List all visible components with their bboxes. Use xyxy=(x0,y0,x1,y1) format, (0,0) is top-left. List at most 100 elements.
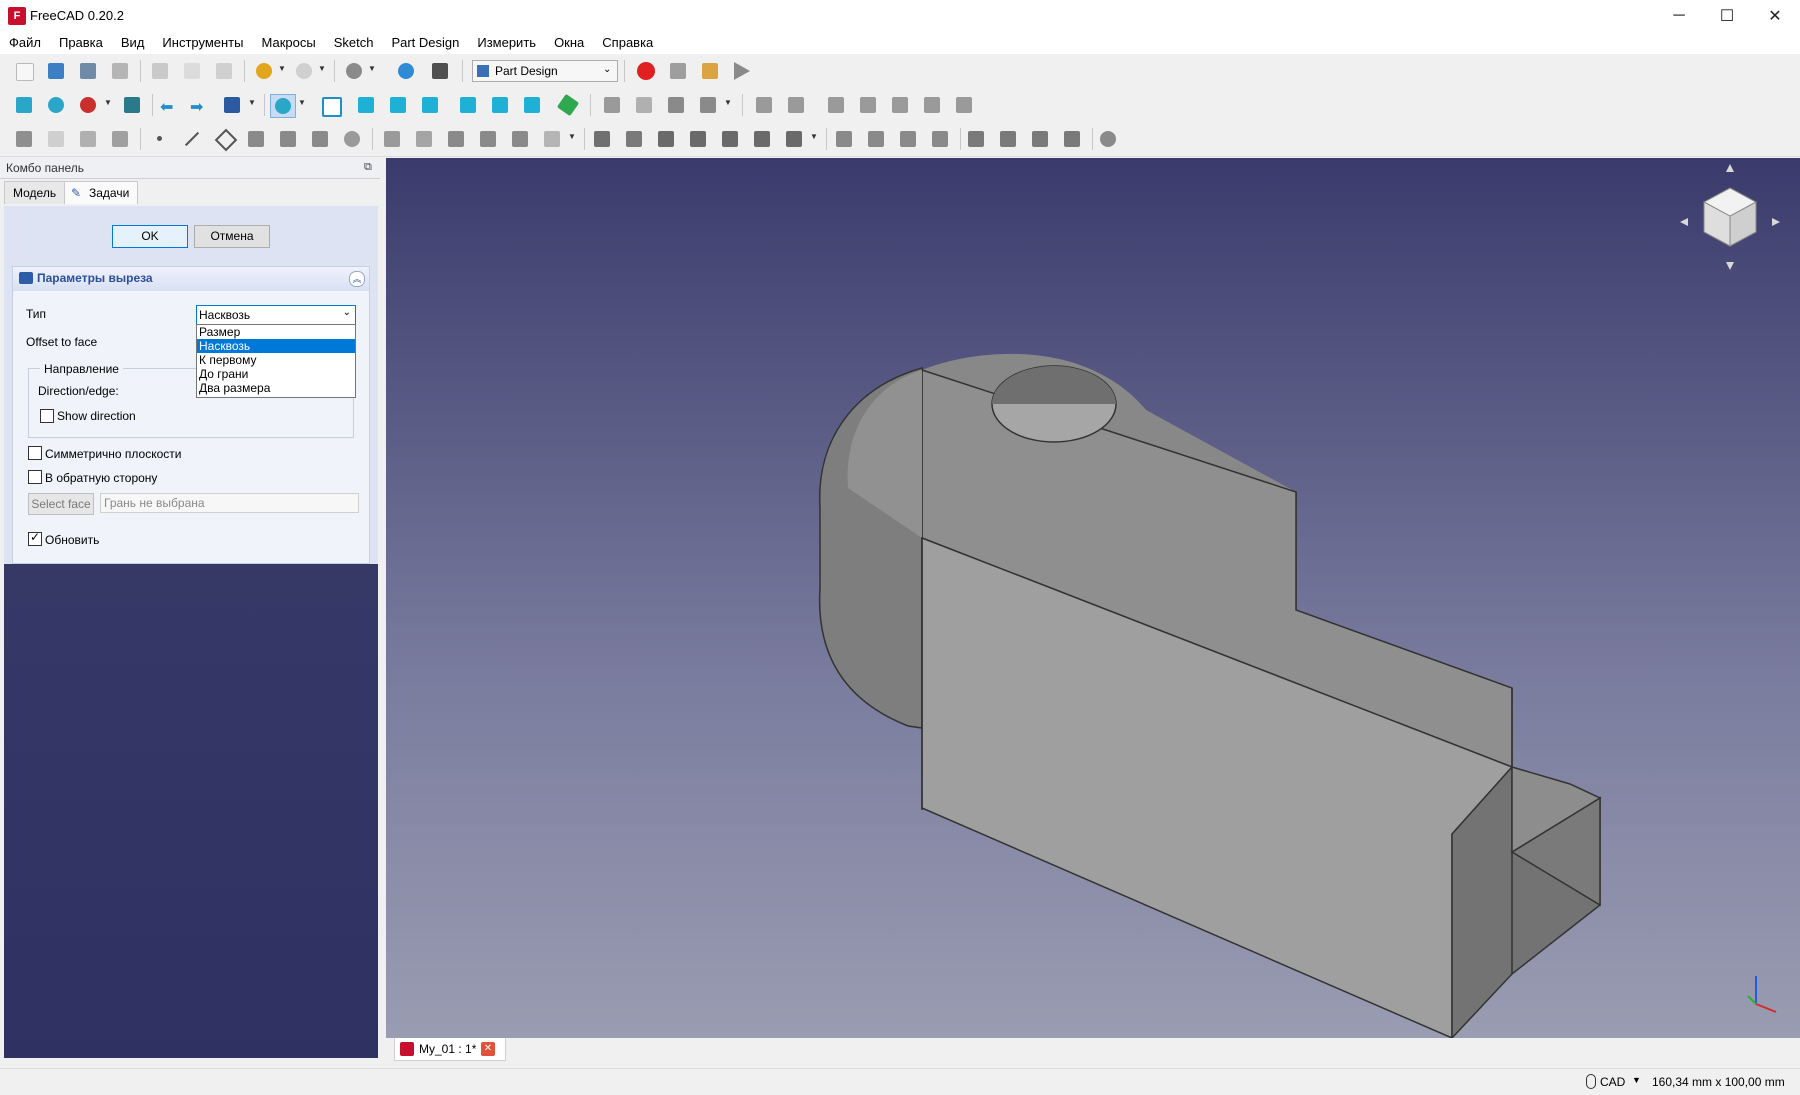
multi-transform-button[interactable] xyxy=(928,128,952,150)
cut-button[interactable] xyxy=(148,60,172,82)
additive-primitive-dropdown-icon[interactable]: ▼ xyxy=(568,132,576,141)
bottom-view-button[interactable] xyxy=(488,94,512,116)
left-view-button[interactable] xyxy=(520,94,544,116)
new-document-button[interactable] xyxy=(12,60,36,82)
float-panel-icon[interactable]: ⧉ xyxy=(364,161,372,174)
create-part-button[interactable] xyxy=(600,94,624,116)
shapebinder-button[interactable] xyxy=(784,94,808,116)
local-cs-button[interactable] xyxy=(244,128,268,150)
clone-button[interactable] xyxy=(824,94,848,116)
chamfer-button[interactable] xyxy=(996,128,1020,150)
workbench-selector[interactable]: Part Design ⌄ xyxy=(472,60,618,82)
sketch-attach-button[interactable] xyxy=(856,94,880,116)
type-option-up-to-face[interactable]: До грани xyxy=(197,367,355,381)
macro-edit-button[interactable] xyxy=(698,60,722,82)
type-option-two-dimensions[interactable]: Два размера xyxy=(197,381,355,395)
additive-revolve-button[interactable] xyxy=(412,128,436,150)
right-view-button[interactable] xyxy=(418,94,442,116)
close-button[interactable]: ✕ xyxy=(1752,0,1798,32)
sub-shape-binder-button[interactable] xyxy=(888,94,912,116)
print-button[interactable] xyxy=(108,60,132,82)
tab-tasks[interactable]: ✎ Задачи xyxy=(64,181,139,204)
create-group-button[interactable] xyxy=(632,94,656,116)
boolean-button[interactable] xyxy=(1096,128,1120,150)
collapse-icon[interactable]: ︽ xyxy=(349,271,365,287)
macro-record-button[interactable] xyxy=(634,60,658,82)
subtractive-pipe-button[interactable] xyxy=(718,128,742,150)
pocket-button[interactable] xyxy=(590,128,614,150)
subtractive-helix-button[interactable] xyxy=(750,128,774,150)
subtractive-primitive-dropdown-icon[interactable]: ▼ xyxy=(810,132,818,141)
isometric-view-button[interactable] xyxy=(318,94,342,117)
subtractive-loft-button[interactable] xyxy=(686,128,710,150)
type-select[interactable]: Насквозь ⌄ xyxy=(196,305,356,325)
show-direction-checkbox[interactable] xyxy=(40,409,54,423)
validate-sketch-button[interactable] xyxy=(920,94,944,116)
draft-button[interactable] xyxy=(1028,128,1052,150)
reversed-checkbox[interactable] xyxy=(28,470,42,484)
link-button[interactable] xyxy=(664,94,688,116)
new-sketch-button[interactable] xyxy=(44,128,68,150)
select-face-button[interactable]: Select face xyxy=(28,493,94,515)
additive-loft-button[interactable] xyxy=(444,128,468,150)
datum-plane-button[interactable] xyxy=(212,128,238,152)
std-views-button[interactable] xyxy=(220,94,244,116)
macro-run-button[interactable] xyxy=(730,60,754,82)
menu-help[interactable]: Справка xyxy=(593,32,662,54)
std-views-dropdown-icon[interactable]: ▼ xyxy=(248,98,256,107)
menu-windows[interactable]: Окна xyxy=(545,32,593,54)
menu-sketch[interactable]: Sketch xyxy=(325,32,383,54)
menu-macros[interactable]: Макросы xyxy=(252,32,324,54)
top-view-button[interactable] xyxy=(386,94,410,116)
3d-viewport[interactable] xyxy=(386,158,1800,1040)
navigation-style[interactable]: CAD xyxy=(1600,1075,1625,1089)
clone-body-button[interactable] xyxy=(340,128,364,150)
open-button[interactable] xyxy=(44,60,68,82)
maximize-button[interactable]: ☐ xyxy=(1704,0,1750,32)
menu-edit[interactable]: Правка xyxy=(50,32,112,54)
ok-button[interactable]: OK xyxy=(112,225,188,248)
revolution-button[interactable] xyxy=(308,128,332,150)
copy-button[interactable] xyxy=(180,60,204,82)
type-option-through-all[interactable]: Насквозь xyxy=(197,339,355,353)
refresh-check-button[interactable] xyxy=(342,60,366,82)
fillet-button[interactable] xyxy=(964,128,988,150)
datum-line-button[interactable] xyxy=(180,128,204,150)
undo-dropdown-icon[interactable]: ▼ xyxy=(278,64,286,73)
new-body-button[interactable] xyxy=(12,128,36,150)
menu-view[interactable]: Вид xyxy=(112,32,154,54)
draw-style-dropdown-icon[interactable]: ▼ xyxy=(104,98,112,107)
menu-measure[interactable]: Измерить xyxy=(468,32,545,54)
hole-button[interactable] xyxy=(622,128,646,150)
fit-all-button[interactable] xyxy=(12,94,36,116)
datum-point-button[interactable] xyxy=(148,128,172,150)
type-option-size[interactable]: Размер xyxy=(197,325,355,339)
subtractive-primitive-button[interactable] xyxy=(782,128,806,150)
additive-primitive-button[interactable] xyxy=(540,128,564,150)
view-section-button[interactable] xyxy=(952,94,976,116)
undo-button[interactable] xyxy=(252,60,276,82)
type-option-to-first[interactable]: К первому xyxy=(197,353,355,367)
macro-stop-button[interactable] xyxy=(666,60,690,82)
close-icon[interactable]: ✕ xyxy=(481,1042,495,1056)
refresh-checkbox[interactable] xyxy=(28,530,42,546)
measure-distance-button[interactable] xyxy=(556,93,580,117)
save-button[interactable] xyxy=(76,60,100,82)
nav-style-dropdown-icon[interactable]: ▼ xyxy=(1632,1075,1641,1085)
sub-binder-button[interactable] xyxy=(108,128,132,150)
body-button[interactable] xyxy=(752,94,776,116)
menu-file[interactable]: Файл xyxy=(0,32,50,54)
additive-pad-button[interactable] xyxy=(380,128,404,150)
additive-helix-button[interactable] xyxy=(508,128,532,150)
draw-style-button[interactable] xyxy=(76,94,100,116)
shape-binder-button[interactable] xyxy=(76,128,100,150)
recompute-button[interactable] xyxy=(394,60,418,82)
pad-button[interactable] xyxy=(276,128,300,150)
cancel-button[interactable]: Отмена xyxy=(194,225,270,248)
document-tab[interactable]: My_01 : 1* ✕ xyxy=(394,1038,506,1061)
minimize-button[interactable]: ─ xyxy=(1656,0,1702,32)
link-actions-button[interactable] xyxy=(696,94,720,116)
bounding-box-button[interactable] xyxy=(120,94,144,116)
menu-part-design[interactable]: Part Design xyxy=(382,32,468,54)
groove-button[interactable] xyxy=(654,128,678,150)
